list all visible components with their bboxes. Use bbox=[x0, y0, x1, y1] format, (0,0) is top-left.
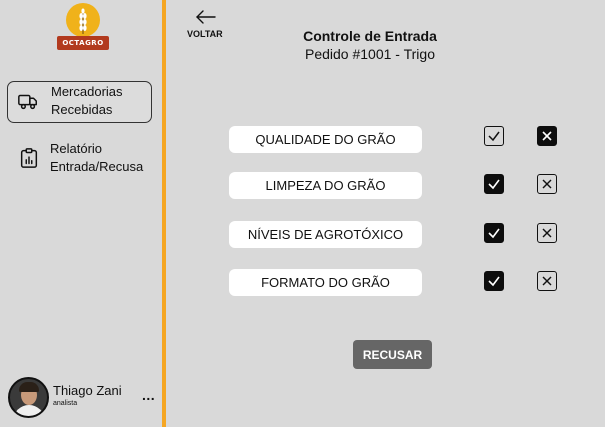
page-title: Controle de Entrada bbox=[303, 28, 437, 44]
report-icon bbox=[20, 148, 38, 168]
criterion-label: QUALIDADE DO GRÃO bbox=[229, 126, 422, 153]
close-icon bbox=[542, 276, 552, 286]
logo-banner: OCTAGRO bbox=[57, 36, 109, 50]
check-icon bbox=[488, 179, 500, 190]
criterion-label: LIMPEZA DO GRÃO bbox=[229, 172, 422, 199]
reject-checkbox[interactable] bbox=[537, 174, 557, 194]
user-name: Thiago Zani bbox=[53, 383, 122, 398]
check-icon bbox=[488, 131, 500, 142]
user-role: analista bbox=[53, 400, 78, 407]
octagro-logo: OCTAGRO bbox=[57, 3, 109, 55]
logo-text: OCTAGRO bbox=[62, 39, 104, 47]
sidebar-item-label-line2: Entrada/Recusa bbox=[50, 159, 144, 174]
check-icon bbox=[488, 276, 500, 287]
arrow-left-icon bbox=[196, 10, 216, 24]
sidebar-divider bbox=[162, 0, 166, 427]
approve-checkbox[interactable] bbox=[484, 174, 504, 194]
more-options-icon[interactable]: ... bbox=[142, 387, 155, 403]
back-label: VOLTAR bbox=[187, 29, 223, 39]
close-icon bbox=[542, 228, 552, 238]
back-button[interactable]: VOLTAR bbox=[187, 8, 227, 42]
criterion-label: FORMATO DO GRÃO bbox=[229, 269, 422, 296]
truck-icon bbox=[18, 94, 37, 110]
reject-checkbox[interactable] bbox=[537, 271, 557, 291]
sidebar-item-label-line2: Recebidas bbox=[51, 102, 113, 117]
sidebar-item-relatorio[interactable]: Relatório Entrada/Recusa bbox=[7, 138, 152, 182]
sidebar-item-label-line1: Relatório bbox=[50, 141, 103, 156]
reject-checkbox[interactable] bbox=[537, 126, 557, 146]
page-subtitle: Pedido #1001 - Trigo bbox=[305, 46, 435, 62]
approve-checkbox[interactable] bbox=[484, 223, 504, 243]
sidebar-item-label-line1: Mercadorias bbox=[51, 84, 123, 99]
approve-checkbox[interactable] bbox=[484, 126, 504, 146]
sidebar: OCTAGRO Mercadorias Recebidas Relatório … bbox=[0, 0, 162, 427]
refuse-button[interactable]: RECUSAR bbox=[353, 340, 432, 369]
avatar bbox=[8, 377, 49, 418]
approve-checkbox[interactable] bbox=[484, 271, 504, 291]
close-icon bbox=[542, 179, 552, 189]
sidebar-item-label: Relatório Entrada/Recusa bbox=[50, 140, 143, 176]
close-icon bbox=[542, 131, 552, 141]
sidebar-item-mercadorias-recebidas[interactable]: Mercadorias Recebidas bbox=[7, 81, 152, 123]
reject-checkbox[interactable] bbox=[537, 223, 557, 243]
avatar-body bbox=[13, 405, 45, 416]
check-icon bbox=[488, 228, 500, 239]
sidebar-item-label: Mercadorias Recebidas bbox=[51, 83, 123, 119]
criterion-label: NÍVEIS DE AGROTÓXICO bbox=[229, 221, 422, 248]
wheat-icon bbox=[79, 8, 87, 34]
avatar-hair bbox=[19, 382, 39, 392]
user-profile[interactable]: Thiago Zani analista ... bbox=[8, 377, 158, 419]
